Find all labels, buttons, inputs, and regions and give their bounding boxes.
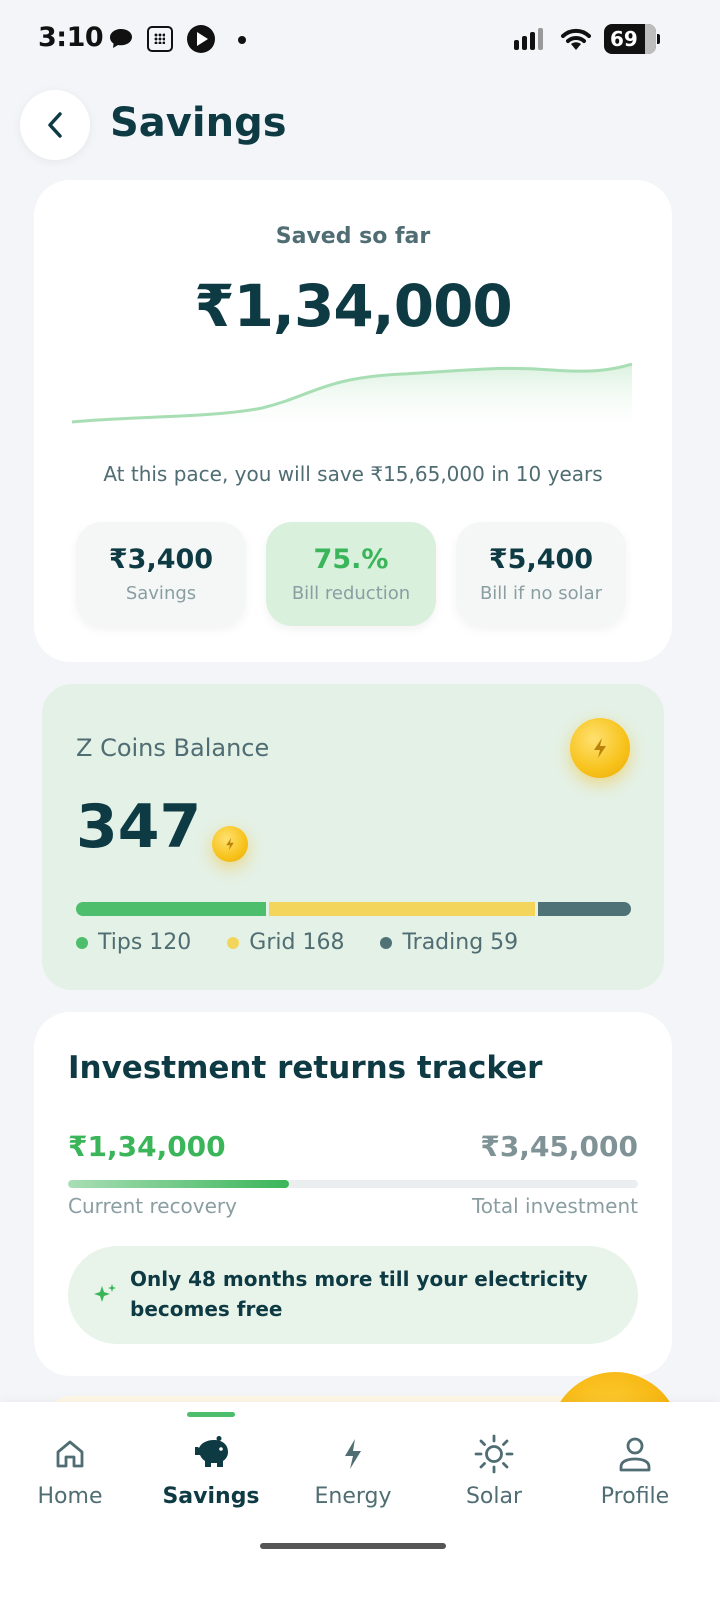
coins-legend: Tips 120 Grid 168 Trading 59 <box>76 930 554 955</box>
stat-label: Savings <box>125 583 197 604</box>
calculator-icon <box>147 26 173 52</box>
home-icon <box>56 1440 84 1468</box>
coins-breakdown-bar <box>76 902 631 916</box>
play-icon <box>187 25 215 53</box>
note-text: Only 48 months more till your electricit… <box>130 1267 588 1321</box>
nav-label: Solar <box>465 1484 523 1509</box>
wifi-icon <box>561 28 591 50</box>
stat-label: Bill reduction <box>291 583 411 604</box>
coin-icon <box>570 718 630 778</box>
stat-value: ₹5,400 <box>488 544 594 575</box>
z-coins-card[interactable]: Z Coins Balance 347 Tips 120 Grid 168 Tr… <box>42 684 664 990</box>
nav-item-home[interactable]: Home <box>10 1434 130 1509</box>
page-title: Savings <box>110 100 287 146</box>
bottom-navigation: Home Savings Energy Solar Profile <box>0 1402 720 1600</box>
legend-dot <box>76 936 88 949</box>
total-investment-label: Total investment <box>471 1194 638 1218</box>
stat-bill-reduction: 75.% Bill reduction <box>266 522 436 626</box>
legend-dot <box>380 936 393 949</box>
home-indicator[interactable] <box>260 1543 446 1549</box>
back-button[interactable] <box>20 90 90 160</box>
nav-item-solar[interactable]: Solar <box>434 1434 554 1509</box>
legend-dot <box>227 936 240 949</box>
stat-value: ₹3,400 <box>108 544 214 575</box>
coins-title: Z Coins Balance <box>76 734 270 762</box>
pace-projection-text: At this pace, you will save ₹15,65,000 i… <box>103 462 603 486</box>
savings-trend-chart <box>72 362 632 436</box>
piggy-bank-icon <box>195 1436 228 1467</box>
legend-item-tips: Tips 120 <box>76 930 191 955</box>
notification-dot-icon <box>238 36 246 44</box>
coins-segment-tips <box>76 902 266 916</box>
signal-icon <box>514 28 543 50</box>
legend-item-trading: Trading 59 <box>380 930 518 955</box>
coins-segment-trading <box>537 902 631 916</box>
investment-tracker-card: Investment returns tracker ₹1,34,000 ₹3,… <box>34 1012 672 1376</box>
nav-label: Profile <box>600 1484 670 1509</box>
coins-balance-value: 347 <box>76 792 202 862</box>
status-bar: 3:10 69 <box>0 0 720 80</box>
legend-item-grid: Grid 168 <box>227 930 344 955</box>
recovery-progress-bar <box>68 1180 638 1188</box>
status-time: 3:10 <box>38 22 104 53</box>
investment-title: Investment returns tracker <box>68 1050 543 1086</box>
chevron-left-icon <box>48 112 62 138</box>
nav-label: Home <box>37 1484 103 1509</box>
chat-bubble-icon <box>110 29 132 48</box>
saved-amount: ₹1,34,000 <box>194 272 513 340</box>
stat-savings: ₹3,400 Savings <box>76 522 246 626</box>
stat-label: Bill if no solar <box>479 583 603 604</box>
saved-so-far-card: Saved so far ₹1,34,000 At this pace, you… <box>34 180 672 662</box>
sun-icon <box>474 1434 514 1474</box>
coin-icon <box>212 826 248 862</box>
legend-label: Grid 168 <box>249 930 345 955</box>
current-recovery-label: Current recovery <box>68 1194 237 1218</box>
recovery-progress-fill <box>68 1180 290 1188</box>
stat-value: 75.% <box>313 544 389 575</box>
stat-bill-if-no-solar: ₹5,400 Bill if no solar <box>456 522 626 626</box>
sparkle-icon <box>94 1284 116 1302</box>
nav-label: Savings <box>162 1484 260 1509</box>
coins-segment-grid <box>268 902 535 916</box>
battery-level: 69 <box>610 27 638 51</box>
legend-label: Tips 120 <box>98 930 192 955</box>
lightning-icon <box>345 1439 361 1469</box>
nav-label: Energy <box>314 1484 392 1509</box>
legend-label: Trading 59 <box>402 930 519 955</box>
active-tab-indicator <box>187 1412 235 1417</box>
free-electricity-note: Only 48 months more till your electricit… <box>68 1246 638 1344</box>
current-recovery-value: ₹1,34,000 <box>68 1130 226 1163</box>
total-investment-value: ₹3,45,000 <box>480 1130 638 1163</box>
saved-label: Saved so far <box>275 224 431 249</box>
nav-item-energy[interactable]: Energy <box>293 1434 413 1509</box>
profile-icon <box>619 1437 651 1472</box>
nav-item-profile[interactable]: Profile <box>575 1434 695 1509</box>
nav-item-savings[interactable]: Savings <box>151 1434 271 1509</box>
battery-icon: 69 <box>604 24 660 54</box>
